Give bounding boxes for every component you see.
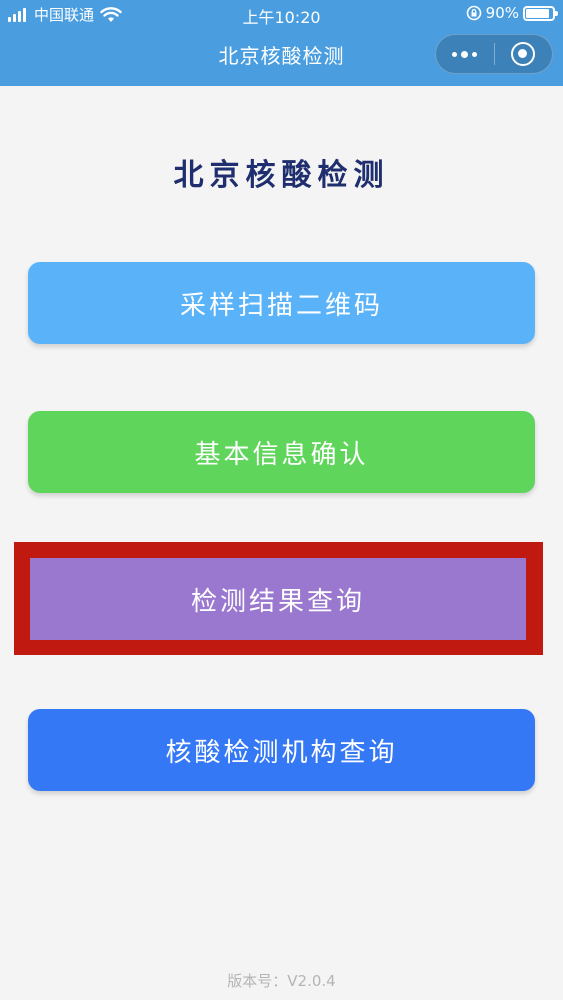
battery-percent: 90%	[485, 4, 519, 22]
close-miniprogram-button[interactable]	[494, 35, 552, 73]
miniprogram-capsule	[435, 34, 553, 74]
status-right: 90%	[466, 4, 558, 22]
query-results-button[interactable]: 检测结果查询	[30, 558, 526, 640]
scan-qr-button[interactable]: 采样扫描二维码	[28, 262, 535, 344]
more-dots-icon	[452, 51, 458, 57]
page-title: 北京核酸检测	[173, 158, 390, 193]
orientation-lock-icon	[466, 5, 481, 21]
query-institutions-button[interactable]: 核酸检测机构查询	[28, 709, 535, 791]
battery-icon	[523, 5, 558, 21]
more-menu-button[interactable]	[436, 35, 494, 73]
top-bar: 中国联通 上午10:20 90% 北京核酸检测	[0, 0, 563, 86]
version-label: 版本号：V2.0.4	[227, 972, 336, 990]
close-target-icon	[511, 42, 536, 66]
confirm-info-button[interactable]: 基本信息确认	[28, 411, 535, 493]
status-bar: 中国联通 上午10:20 90%	[0, 0, 563, 30]
